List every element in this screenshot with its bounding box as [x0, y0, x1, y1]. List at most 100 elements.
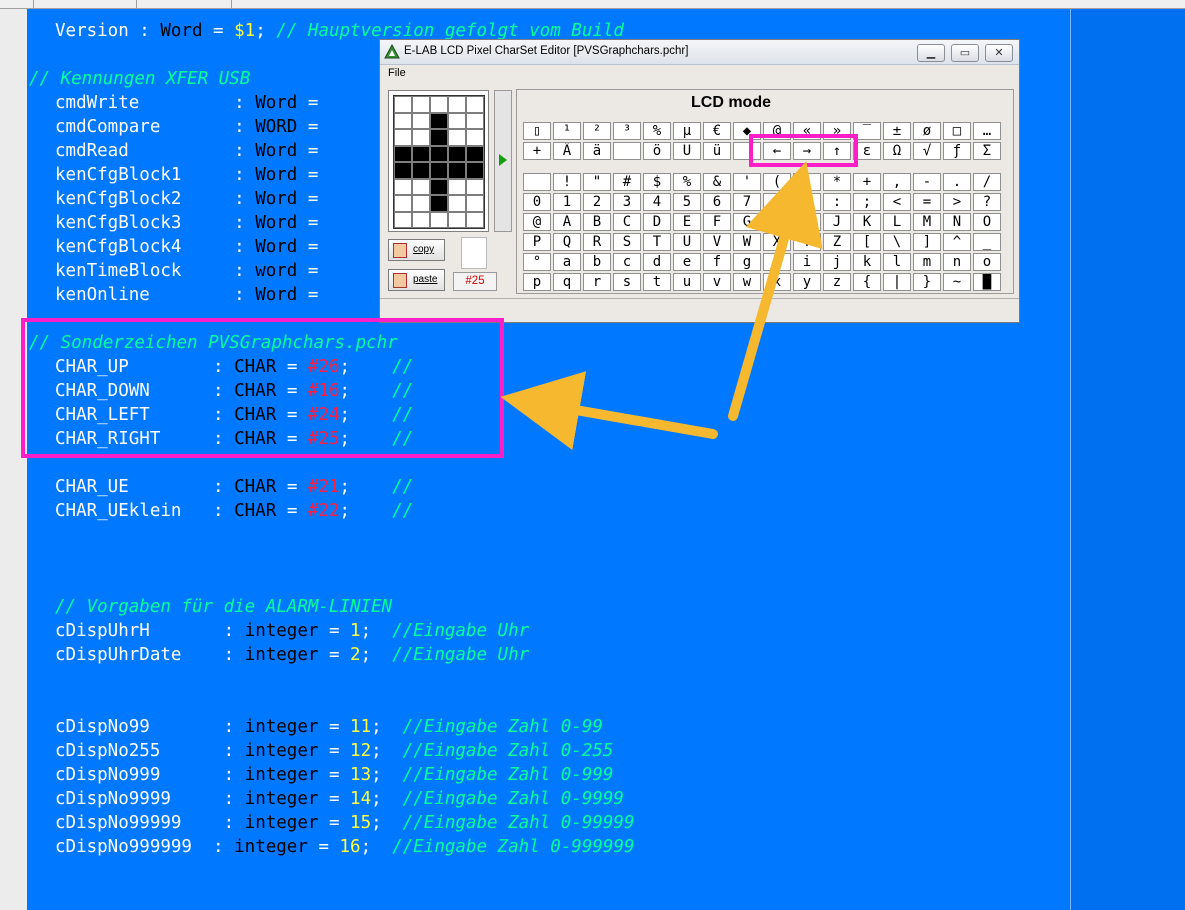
pixel-cell[interactable] [466, 96, 484, 113]
code-line-cdispno999[interactable]: cDispNo999 : integer = 13; //Eingabe Zah… [55, 763, 613, 787]
pixel-cell[interactable] [394, 195, 412, 212]
copy-button[interactable]: copy [388, 239, 445, 261]
code-line-cdispuhrh[interactable]: cDispUhrH : integer = 1; //Eingabe Uhr [55, 619, 529, 643]
char-cell[interactable]: \ [883, 233, 911, 251]
menu-file[interactable]: File [388, 67, 406, 79]
char-cell[interactable]: 9 [793, 193, 821, 211]
char-cell[interactable]: J [823, 213, 851, 231]
char-cell[interactable]: O [973, 213, 1001, 231]
pixel-cell[interactable] [394, 112, 412, 129]
char-cell[interactable]: ' [733, 173, 761, 191]
char-cell[interactable]: K [853, 213, 881, 231]
char-cell[interactable]: µ [673, 122, 701, 140]
char-cell[interactable]: e [673, 253, 701, 271]
paste-button[interactable]: paste [388, 269, 445, 291]
char-cell[interactable]: i [793, 253, 821, 271]
pixel-cell[interactable] [412, 162, 430, 179]
char-cell[interactable]: Y [793, 233, 821, 251]
char-cell[interactable]: M [913, 213, 941, 231]
char-cell[interactable]: - [913, 173, 941, 191]
char-cell[interactable]: > [943, 193, 971, 211]
pixel-cell[interactable] [430, 112, 448, 129]
char-cell[interactable]: G [733, 213, 761, 231]
char-cell[interactable]: Σ [973, 142, 1001, 160]
pixel-cell[interactable] [394, 96, 412, 113]
char-cell[interactable]: N [943, 213, 971, 231]
char-cell[interactable] [523, 173, 551, 191]
char-cell[interactable]: W [733, 233, 761, 251]
char-cell[interactable]: Ü [673, 142, 701, 160]
char-cell[interactable]: D [643, 213, 671, 231]
char-cell[interactable]: w [733, 273, 761, 291]
char-cell[interactable]: < [883, 193, 911, 211]
charset-editor-window[interactable]: E-LAB LCD Pixel CharSet Editor [PVSGraph… [379, 39, 1020, 323]
pixel-cell[interactable] [466, 211, 484, 228]
pixel-cell[interactable] [430, 178, 448, 195]
pixel-cell[interactable] [394, 129, 412, 146]
char-code-field[interactable]: #25 [453, 272, 497, 291]
char-cell[interactable]: j [823, 253, 851, 271]
char-cell[interactable]: L [883, 213, 911, 231]
char-cell[interactable]: R [583, 233, 611, 251]
char-cell[interactable]: % [673, 173, 701, 191]
pixel-cell[interactable] [466, 162, 484, 179]
char-cell[interactable]: I [793, 213, 821, 231]
pixel-cell[interactable] [394, 145, 412, 162]
pixel-cell[interactable] [448, 112, 466, 129]
char-cell[interactable]: 3 [613, 193, 641, 211]
char-cell[interactable]: = [913, 193, 941, 211]
char-cell[interactable]: ; [853, 193, 881, 211]
char-cell[interactable]: s [613, 273, 641, 291]
char-cell[interactable]: t [643, 273, 671, 291]
pixel-cell[interactable] [448, 129, 466, 146]
pixel-cell[interactable] [412, 178, 430, 195]
pixel-cell[interactable] [448, 145, 466, 162]
pixel-cell[interactable] [466, 195, 484, 212]
char-cell[interactable]: * [823, 173, 851, 191]
pixel-cell[interactable] [412, 112, 430, 129]
char-cell[interactable]: f [703, 253, 731, 271]
pixel-cell[interactable] [394, 162, 412, 179]
char-cell[interactable]: □ [943, 122, 971, 140]
char-cell[interactable]: , [883, 173, 911, 191]
pixel-cell[interactable] [466, 129, 484, 146]
pixel-cell[interactable] [448, 211, 466, 228]
char-cell[interactable]: _ [973, 233, 1001, 251]
char-cell[interactable]: p [523, 273, 551, 291]
pixel-cell[interactable] [448, 178, 466, 195]
char-cell[interactable]: ? [973, 193, 1001, 211]
char-cell[interactable]: a [553, 253, 581, 271]
char-cell[interactable]: √ [913, 142, 941, 160]
char-cell[interactable]: V [703, 233, 731, 251]
char-cell[interactable]: Ä [553, 142, 581, 160]
char-cell[interactable]: ¹ [553, 122, 581, 140]
char-cell[interactable]: # [613, 173, 641, 191]
code-line-cdispno99[interactable]: cDispNo99 : integer = 11; //Eingabe Zahl… [55, 715, 603, 739]
char-cell[interactable]: | [883, 273, 911, 291]
window-titlebar[interactable]: E-LAB LCD Pixel CharSet Editor [PVSGraph… [380, 40, 1019, 65]
code-line-char-ueklein[interactable]: CHAR_UEklein : CHAR = #22; // [55, 499, 413, 523]
char-cell[interactable]: P [523, 233, 551, 251]
code-line-cmdcompare[interactable]: cmdCompare : WORD = [55, 115, 318, 139]
code-line-cdispno255[interactable]: cDispNo255 : integer = 12; //Eingabe Zah… [55, 739, 613, 763]
char-cell[interactable]: y [793, 273, 821, 291]
char-cell[interactable]: ä [583, 142, 611, 160]
char-cell[interactable]: 8 [763, 193, 791, 211]
code-line-kencfgblock4[interactable]: kenCfgBlock4 : Word = [55, 235, 318, 259]
pixel-cell[interactable] [412, 211, 430, 228]
char-cell[interactable]: x [763, 273, 791, 291]
pixel-cell[interactable] [412, 129, 430, 146]
char-cell[interactable]: } [913, 273, 941, 291]
char-cell[interactable]: { [853, 273, 881, 291]
char-cell[interactable]: ü [703, 142, 731, 160]
pixel-cell[interactable] [430, 145, 448, 162]
char-cell[interactable]: ³ [613, 122, 641, 140]
play-arrow-icon[interactable] [499, 154, 507, 166]
pixel-grid[interactable] [393, 95, 485, 229]
char-cell[interactable]: Ω [883, 142, 911, 160]
char-cell[interactable] [613, 142, 641, 160]
code-line-char-ue[interactable]: CHAR_UE : CHAR = #21; // [55, 475, 413, 499]
close-button[interactable]: ✕ [985, 44, 1013, 62]
pixel-cell[interactable] [448, 162, 466, 179]
char-cell[interactable]: C [613, 213, 641, 231]
